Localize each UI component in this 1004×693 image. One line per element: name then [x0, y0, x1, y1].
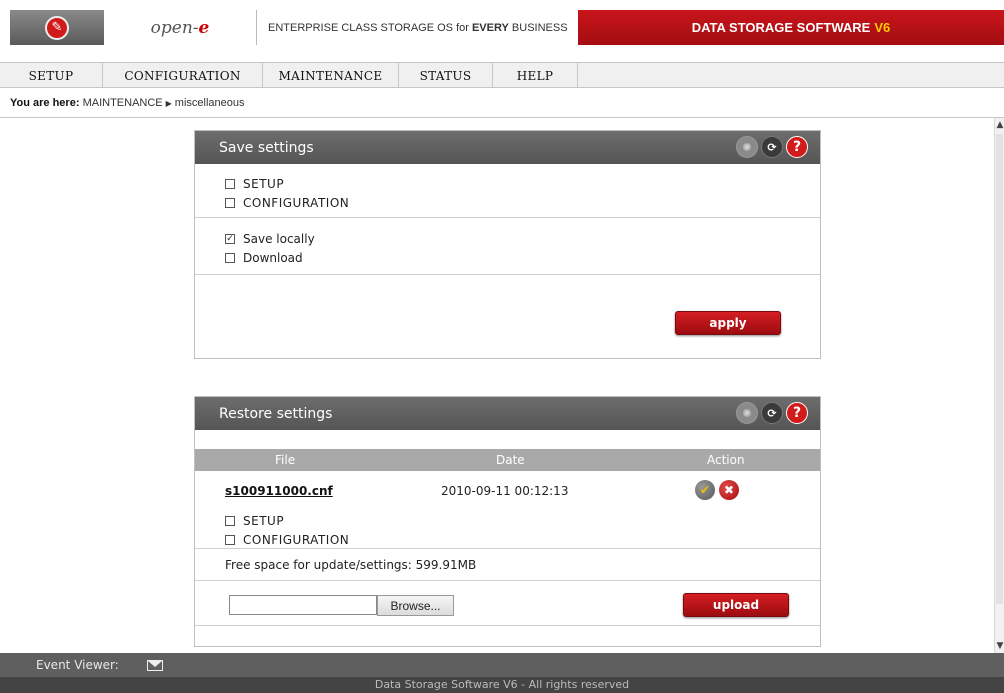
checkbox-label: CONFIGURATION — [243, 195, 350, 210]
file-path-input[interactable] — [229, 595, 377, 615]
restore-table-header: File Date Action — [195, 449, 820, 471]
panel-header: Restore settings ✺ ⟳ ? — [195, 397, 820, 430]
divider — [195, 625, 820, 626]
breadcrumb: You are here: MAINTENANCE ▶ miscellaneous — [10, 97, 244, 109]
breadcrumb-maintenance[interactable]: MAINTENANCE — [83, 97, 163, 109]
scroll-up-icon[interactable]: ▲ — [996, 120, 1004, 130]
checkbox-label: Download — [243, 250, 303, 265]
menu-setup[interactable]: SETUP — [0, 63, 103, 88]
checkbox-download[interactable]: Download — [225, 248, 820, 267]
menu-help[interactable]: HELP — [493, 63, 578, 88]
panel-title: Restore settings — [219, 405, 333, 422]
app-header: ✎ open-e ENTERPRISE CLASS STORAGE OS for… — [0, 0, 1004, 48]
main-menu: SETUP CONFIGURATION MAINTENANCE STATUS H… — [0, 62, 1004, 88]
product-name: DATA STORAGE SOFTWARE — [691, 20, 871, 35]
checkbox-label: SETUP — [243, 513, 285, 528]
copyright-footer: Data Storage Software V6 - All rights re… — [0, 677, 1004, 693]
tagline-bold: EVERY — [471, 21, 509, 34]
save-settings-panel: Save settings ✺ ⟳ ? SETUP CONFIGURATION … — [194, 130, 821, 359]
breadcrumb-prefix: You are here: — [10, 97, 80, 109]
panel-header-icons: ✺ ⟳ ? — [736, 402, 808, 424]
breadcrumb-arrow-icon: ▶ — [165, 99, 172, 108]
upload-button[interactable]: upload — [683, 593, 789, 617]
refresh-icon[interactable]: ⟳ — [761, 402, 783, 424]
event-viewer-label: Event Viewer: — [36, 658, 119, 672]
checkbox-box[interactable] — [225, 534, 235, 545]
brand-e: e — [198, 17, 210, 38]
tagline-suffix: BUSINESS — [511, 21, 568, 34]
logo-tile[interactable]: ✎ — [10, 10, 104, 45]
panel-header-icons: ✺ ⟳ ? — [736, 136, 808, 158]
brand-name: open- — [150, 17, 199, 38]
table-row: s100911000.cnf 2010-09-11 00:12:13 ✔ ✖ S… — [195, 471, 820, 549]
checkbox-label: CONFIGURATION — [243, 532, 350, 547]
checkbox-restore-configuration[interactable]: CONFIGURATION — [225, 530, 349, 549]
scroll-thumb[interactable] — [996, 134, 1003, 604]
gear-icon[interactable]: ✺ — [736, 136, 758, 158]
column-action: Action — [707, 453, 745, 467]
file-date: 2010-09-11 00:12:13 — [441, 484, 569, 498]
save-scope-section: SETUP CONFIGURATION — [195, 164, 820, 218]
checkbox-restore-setup[interactable]: SETUP — [225, 511, 349, 530]
checkbox-setup[interactable]: SETUP — [225, 174, 820, 193]
checkbox-box[interactable] — [225, 515, 235, 526]
checkbox-label: Save locally — [243, 231, 315, 246]
checkbox-save-locally[interactable]: ✓ Save locally — [225, 229, 820, 248]
vertical-scrollbar[interactable]: ▲ ▼ — [994, 118, 1004, 653]
menu-configuration[interactable]: CONFIGURATION — [103, 63, 263, 88]
help-icon[interactable]: ? — [786, 402, 808, 424]
panel-header: Save settings ✺ ⟳ ? — [195, 131, 820, 164]
event-viewer-bar: Event Viewer: — [0, 653, 1004, 677]
file-name-link[interactable]: s100911000.cnf — [225, 484, 333, 498]
restore-check-icon[interactable]: ✔ — [695, 480, 715, 500]
free-space-text: Free space for update/settings: 599.91MB — [225, 558, 477, 572]
tagline: ENTERPRISE CLASS STORAGE OS for EVERY BU… — [258, 10, 578, 45]
row-actions: ✔ ✖ — [695, 480, 739, 500]
checkbox-box[interactable] — [225, 252, 235, 263]
delete-x-icon[interactable]: ✖ — [719, 480, 739, 500]
free-space-row: Free space for update/settings: 599.91MB — [195, 550, 820, 581]
tagline-prefix: ENTERPRISE CLASS STORAGE OS for — [268, 21, 469, 34]
menu-maintenance[interactable]: MAINTENANCE — [263, 63, 399, 88]
wrench-icon: ✎ — [45, 15, 69, 40]
menu-status[interactable]: STATUS — [399, 63, 493, 88]
envelope-icon[interactable] — [146, 659, 163, 671]
checkbox-box-checked[interactable]: ✓ — [225, 233, 235, 244]
panel-title: Save settings — [219, 139, 314, 156]
product-banner: DATA STORAGE SOFTWARE V6 — [578, 10, 1004, 45]
refresh-icon[interactable]: ⟳ — [761, 136, 783, 158]
checkbox-box[interactable] — [225, 197, 235, 208]
product-version: V6 — [874, 20, 891, 35]
checkbox-label: SETUP — [243, 176, 285, 191]
help-icon[interactable]: ? — [786, 136, 808, 158]
apply-button[interactable]: apply — [675, 311, 781, 335]
breadcrumb-miscellaneous[interactable]: miscellaneous — [175, 97, 245, 109]
checkbox-configuration[interactable]: CONFIGURATION — [225, 193, 820, 212]
scroll-down-icon[interactable]: ▼ — [996, 641, 1004, 651]
divider — [0, 117, 1004, 118]
brand-logo: open-e — [104, 10, 257, 45]
save-target-section: ✓ Save locally Download — [195, 218, 820, 275]
restore-settings-panel: Restore settings ✺ ⟳ ? File Date Action … — [194, 396, 821, 647]
gear-icon[interactable]: ✺ — [736, 402, 758, 424]
browse-button[interactable]: Browse... — [377, 595, 454, 616]
column-date: Date — [496, 453, 525, 467]
column-file: File — [275, 453, 296, 467]
row-options: SETUP CONFIGURATION — [225, 511, 349, 549]
checkbox-box[interactable] — [225, 178, 235, 189]
